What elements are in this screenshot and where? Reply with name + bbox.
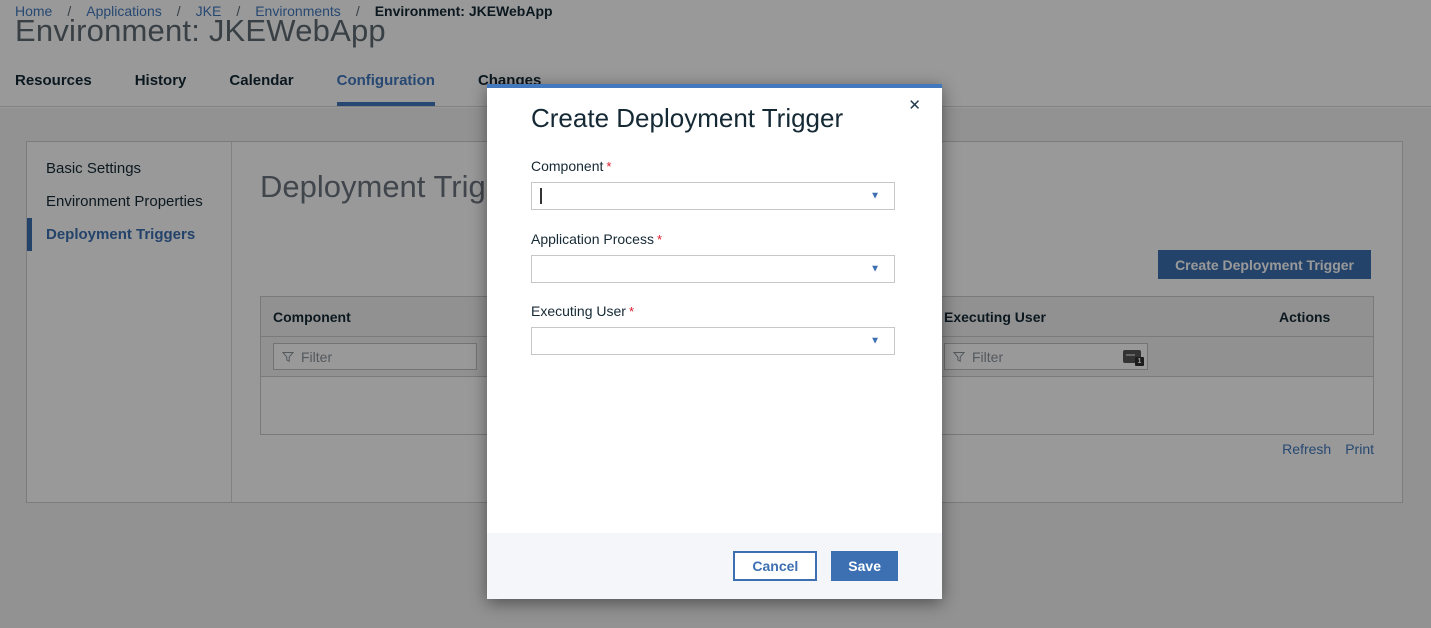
create-deployment-trigger-dialog: Create Deployment Trigger ✕ Component* ▼… [487, 84, 942, 599]
field-label-text: Application Process [531, 231, 654, 247]
text-caret [540, 188, 542, 204]
application-process-field: Application Process* ▼ [531, 231, 895, 283]
required-marker: * [657, 232, 662, 247]
dialog-title: Create Deployment Trigger [531, 103, 843, 134]
environment-configuration-page: Home / Applications / JKE / Environments… [0, 0, 1431, 628]
component-select[interactable]: ▼ [531, 182, 895, 210]
save-button[interactable]: Save [831, 551, 898, 581]
required-marker: * [629, 304, 634, 319]
executing-user-label: Executing User* [531, 303, 895, 319]
cancel-button[interactable]: Cancel [733, 551, 817, 581]
field-label-text: Component [531, 158, 603, 174]
chevron-down-icon[interactable]: ▼ [870, 191, 880, 202]
chevron-down-icon[interactable]: ▼ [870, 264, 880, 275]
application-process-label: Application Process* [531, 231, 895, 247]
close-icon[interactable]: ✕ [904, 94, 925, 117]
component-field: Component* ▼ [531, 158, 895, 210]
executing-user-field: Executing User* ▼ [531, 303, 895, 355]
chevron-down-icon[interactable]: ▼ [870, 336, 880, 347]
component-label: Component* [531, 158, 895, 174]
dialog-footer: Cancel Save [487, 533, 942, 599]
executing-user-select[interactable]: ▼ [531, 327, 895, 355]
application-process-select[interactable]: ▼ [531, 255, 895, 283]
field-label-text: Executing User [531, 303, 626, 319]
required-marker: * [606, 159, 611, 174]
